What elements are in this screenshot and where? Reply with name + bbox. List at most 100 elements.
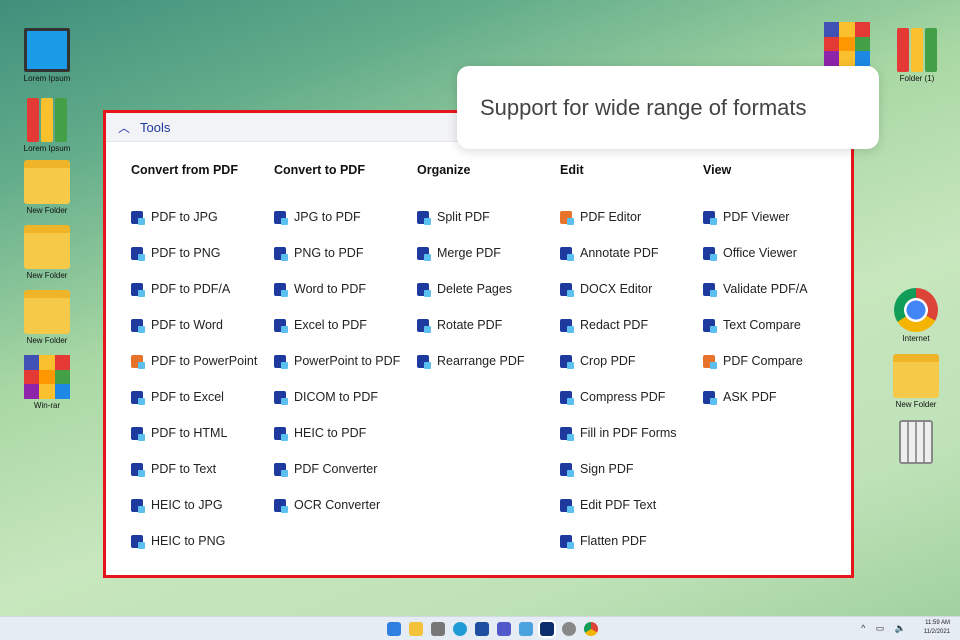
tool-link[interactable]: Rotate PDF xyxy=(417,307,560,343)
desktop-icon[interactable]: Lorem Ipsum xyxy=(15,98,79,153)
tool-label: PDF to Word xyxy=(151,318,224,332)
tool-label: PDF Converter xyxy=(294,462,378,476)
column-heading: Convert to PDF xyxy=(274,163,365,177)
tool-icon xyxy=(131,210,145,225)
tool-link[interactable]: PDF Editor xyxy=(560,199,703,235)
start-icon[interactable] xyxy=(387,622,401,636)
tool-link[interactable]: PDF to Word xyxy=(131,307,274,343)
tool-link[interactable]: DICOM to PDF xyxy=(274,379,417,415)
tool-link[interactable]: Flatten PDF xyxy=(560,523,703,559)
tool-link[interactable]: HEIC to PNG xyxy=(131,523,274,559)
tool-link[interactable]: Rearrange PDF xyxy=(417,343,560,379)
desktop-icon[interactable] xyxy=(884,420,948,466)
paint-icon[interactable] xyxy=(519,622,533,636)
tool-label: PDF to HTML xyxy=(151,426,228,440)
tool-link[interactable]: HEIC to PDF xyxy=(274,415,417,451)
folder-icon xyxy=(15,160,79,204)
camera-icon[interactable] xyxy=(431,622,445,636)
tool-label: Validate PDF/A xyxy=(723,282,808,296)
store-icon[interactable] xyxy=(475,622,489,636)
tool-link[interactable]: PDF to PowerPoint xyxy=(131,343,274,379)
tool-link[interactable]: PDF Converter xyxy=(274,451,417,487)
desktop-icon[interactable]: New Folder xyxy=(15,225,79,280)
tool-icon xyxy=(703,282,717,297)
tool-link[interactable]: Crop PDF xyxy=(560,343,703,379)
tool-icon xyxy=(131,534,145,549)
tool-column: Convert to PDF JPG to PDF PNG to PDF Word t… xyxy=(274,163,417,523)
tool-link[interactable]: Fill in PDF Forms xyxy=(560,415,703,451)
app-icon[interactable] xyxy=(540,622,554,636)
tool-link[interactable]: JPG to PDF xyxy=(274,199,417,235)
tool-link[interactable]: PDF to PNG xyxy=(131,235,274,271)
tool-link[interactable]: Annotate PDF xyxy=(560,235,703,271)
tool-link[interactable]: PDF to Excel xyxy=(131,379,274,415)
desktop-icon[interactable]: New Folder xyxy=(884,354,948,409)
tool-link[interactable]: PowerPoint to PDF xyxy=(274,343,417,379)
tool-label: Word to PDF xyxy=(294,282,367,296)
system-tray-icons[interactable]: ^ ▭ 🔈 xyxy=(861,623,910,634)
tool-link[interactable]: PDF to JPG xyxy=(131,199,274,235)
tool-link[interactable]: Redact PDF xyxy=(560,307,703,343)
tool-link[interactable]: ASK PDF xyxy=(703,379,846,415)
file-explorer-icon[interactable] xyxy=(409,622,423,636)
tool-link[interactable]: Excel to PDF xyxy=(274,307,417,343)
tool-icon xyxy=(703,390,717,405)
desktop-icon-label: New Folder xyxy=(26,206,68,215)
tool-icon xyxy=(560,462,574,477)
tool-link[interactable]: Word to PDF xyxy=(274,271,417,307)
desktop-icon[interactable]: Folder (1) xyxy=(885,28,949,83)
tool-link[interactable]: Merge PDF xyxy=(417,235,560,271)
desktop-icon[interactable]: New Folder xyxy=(15,160,79,215)
desktop-icon-label: New Folder xyxy=(26,271,68,280)
tool-link[interactable]: Split PDF xyxy=(417,199,560,235)
tool-label: HEIC to JPG xyxy=(151,498,223,512)
desktop-icon-label: Lorem Ipsum xyxy=(23,144,71,153)
tool-icon xyxy=(274,426,288,441)
tool-link[interactable]: OCR Converter xyxy=(274,487,417,523)
tool-label: ASK PDF xyxy=(723,390,777,404)
tool-link[interactable]: PDF to HTML xyxy=(131,415,274,451)
desktop-icon-label: Lorem Ipsum xyxy=(23,74,71,83)
chrome-icon[interactable] xyxy=(584,622,598,636)
tool-link[interactable]: PDF to Text xyxy=(131,451,274,487)
tool-link[interactable]: PDF Compare xyxy=(703,343,846,379)
tool-icon xyxy=(131,426,145,441)
tool-icon xyxy=(560,498,574,513)
tool-link[interactable]: DOCX Editor xyxy=(560,271,703,307)
tool-link[interactable]: PDF to PDF/A xyxy=(131,271,274,307)
tool-icon xyxy=(131,246,145,261)
tool-link[interactable]: Office Viewer xyxy=(703,235,846,271)
binders-icon xyxy=(15,98,79,142)
time: 11:59 AM xyxy=(925,620,950,626)
tool-link[interactable]: PDF Viewer xyxy=(703,199,846,235)
tool-link[interactable]: Delete Pages xyxy=(417,271,560,307)
tool-label: Delete Pages xyxy=(437,282,513,296)
desktop-icon[interactable]: New Folder xyxy=(15,290,79,345)
tool-label: PDF to Text xyxy=(151,462,217,476)
tool-icon xyxy=(417,210,431,225)
desktop-icon[interactable]: Lorem Ipsum xyxy=(15,28,79,83)
tool-icon xyxy=(560,210,574,225)
tool-link[interactable]: HEIC to JPG xyxy=(131,487,274,523)
settings-icon[interactable] xyxy=(562,622,576,636)
desktop-icon[interactable]: Internet xyxy=(884,288,948,343)
tool-link[interactable]: Text Compare xyxy=(703,307,846,343)
tool-link[interactable]: PNG to PDF xyxy=(274,235,417,271)
tool-icon xyxy=(131,390,145,405)
recycle-bin-icon xyxy=(884,420,948,464)
teams-icon[interactable] xyxy=(497,622,511,636)
edge-icon[interactable] xyxy=(453,622,467,636)
tool-label: PDF Viewer xyxy=(723,210,790,224)
tool-link[interactable]: Edit PDF Text xyxy=(560,487,703,523)
desktop-icon[interactable]: Win-rar xyxy=(15,355,79,410)
tool-label: Flatten PDF xyxy=(580,534,647,548)
tool-column: Convert from PDF PDF to JPG PDF to PNG PDF … xyxy=(131,163,274,559)
tool-link[interactable]: Compress PDF xyxy=(560,379,703,415)
tool-link[interactable]: Validate PDF/A xyxy=(703,271,846,307)
tool-icon xyxy=(417,282,431,297)
tool-icon xyxy=(703,210,717,225)
tool-label: PDF to JPG xyxy=(151,210,218,224)
desktop-icon[interactable] xyxy=(815,22,879,68)
tool-link[interactable]: Sign PDF xyxy=(560,451,703,487)
clock[interactable]: 11:59 AM 11/2/2021 xyxy=(924,619,950,637)
